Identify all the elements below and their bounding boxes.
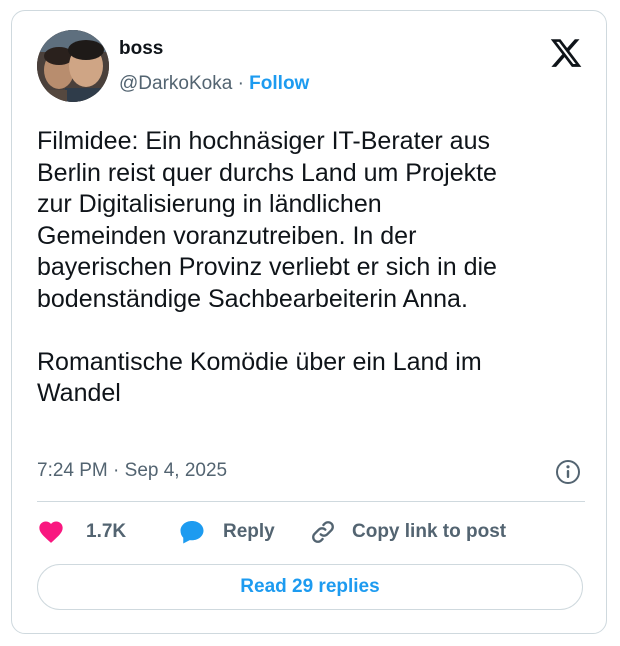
info-icon[interactable] — [555, 459, 581, 485]
x-logo-icon[interactable] — [549, 36, 583, 70]
tweet-timestamp[interactable]: 7:24 PM · Sep 4, 2025 — [37, 460, 227, 482]
author-handle-row: @DarkoKoka · Follow — [119, 73, 309, 95]
divider — [37, 501, 585, 502]
tweet-text: Filmidee: Ein hochnäsiger IT-Berater aus… — [37, 127, 497, 407]
like-button[interactable]: 1.7K — [37, 517, 126, 547]
heart-icon — [37, 518, 65, 546]
reply-bubble-icon — [177, 517, 207, 547]
like-count: 1.7K — [86, 521, 127, 542]
action-bar: 1.7K Reply Copy link to post — [37, 517, 597, 547]
tweet-card: boss @DarkoKoka · Follow Filmidee: Ein h… — [11, 10, 607, 634]
avatar[interactable] — [37, 30, 109, 102]
author-handle[interactable]: @DarkoKoka — [119, 73, 232, 94]
reply-label: Reply — [223, 521, 275, 542]
author-display-name[interactable]: boss — [119, 38, 163, 60]
link-icon — [309, 518, 337, 546]
separator-dot: · — [237, 73, 244, 94]
copy-link-label: Copy link to post — [352, 521, 507, 542]
copy-link-button[interactable]: Copy link to post — [309, 517, 506, 547]
read-replies-button[interactable]: Read 29 replies — [37, 564, 583, 610]
reply-button[interactable]: Reply — [177, 517, 275, 547]
follow-button[interactable]: Follow — [249, 73, 309, 94]
avatar-photo — [37, 30, 109, 102]
